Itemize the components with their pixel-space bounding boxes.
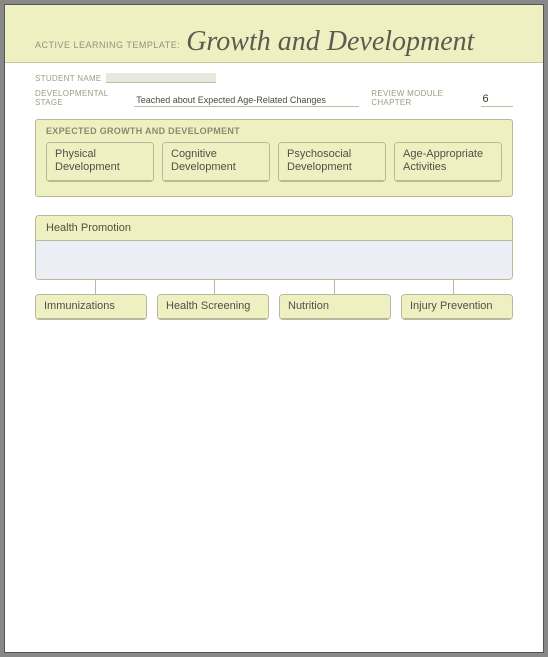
meta-block: STUDENT NAME DEVELOPMENTAL STAGE Teached… (5, 63, 543, 107)
expected-growth-title: EXPECTED GROWTH AND DEVELOPMENT (36, 120, 512, 142)
template-title: Growth and Development (186, 26, 474, 62)
cognitive-development-heading: Cognitive Development (163, 143, 269, 181)
student-name-label: STUDENT NAME (35, 74, 102, 83)
template-label: ACTIVE LEARNING TEMPLATE: (35, 40, 180, 62)
stage-chapter-row: DEVELOPMENTAL STAGE Teached about Expect… (35, 89, 513, 107)
immunizations-card: Immunizations (35, 294, 147, 320)
age-appropriate-activities-heading: Age-Appropriate Activities (395, 143, 501, 181)
developmental-stage-field[interactable]: Teached about Expected Age-Related Chang… (134, 95, 359, 107)
nutrition-heading: Nutrition (280, 295, 390, 319)
health-promotion-area: Health Promotion Immunizations Health Sc… (35, 215, 513, 320)
page: ACTIVE LEARNING TEMPLATE: Growth and Dev… (4, 4, 544, 653)
health-promotion-card: Health Promotion (35, 215, 513, 280)
immunizations-heading: Immunizations (36, 295, 146, 319)
review-chapter-label: REVIEW MODULE CHAPTER (371, 89, 476, 107)
student-name-field[interactable] (106, 73, 216, 83)
connectors (35, 280, 513, 294)
health-screening-card: Health Screening (157, 294, 269, 320)
header-band: ACTIVE LEARNING TEMPLATE: Growth and Dev… (5, 5, 543, 63)
health-promotion-body[interactable] (36, 241, 512, 279)
review-chapter-field[interactable]: 6 (481, 93, 513, 107)
developmental-stage-label: DEVELOPMENTAL STAGE (35, 89, 130, 107)
age-appropriate-activities-card: Age-Appropriate Activities (394, 142, 502, 182)
nutrition-card: Nutrition (279, 294, 391, 320)
injury-prevention-heading: Injury Prevention (402, 295, 512, 319)
psychosocial-development-card: Psychosocial Development (278, 142, 386, 182)
expected-growth-section: EXPECTED GROWTH AND DEVELOPMENT Physical… (35, 119, 513, 197)
physical-development-heading: Physical Development (47, 143, 153, 181)
health-promotion-heading: Health Promotion (36, 216, 512, 241)
psychosocial-development-heading: Psychosocial Development (279, 143, 385, 181)
health-screening-heading: Health Screening (158, 295, 268, 319)
cognitive-development-card: Cognitive Development (162, 142, 270, 182)
injury-prevention-card: Injury Prevention (401, 294, 513, 320)
expected-growth-grid: Physical Development Cognitive Developme… (36, 142, 512, 182)
health-promotion-subgrid: Immunizations Health Screening Nutrition… (35, 294, 513, 320)
student-row: STUDENT NAME (35, 73, 513, 83)
physical-development-card: Physical Development (46, 142, 154, 182)
